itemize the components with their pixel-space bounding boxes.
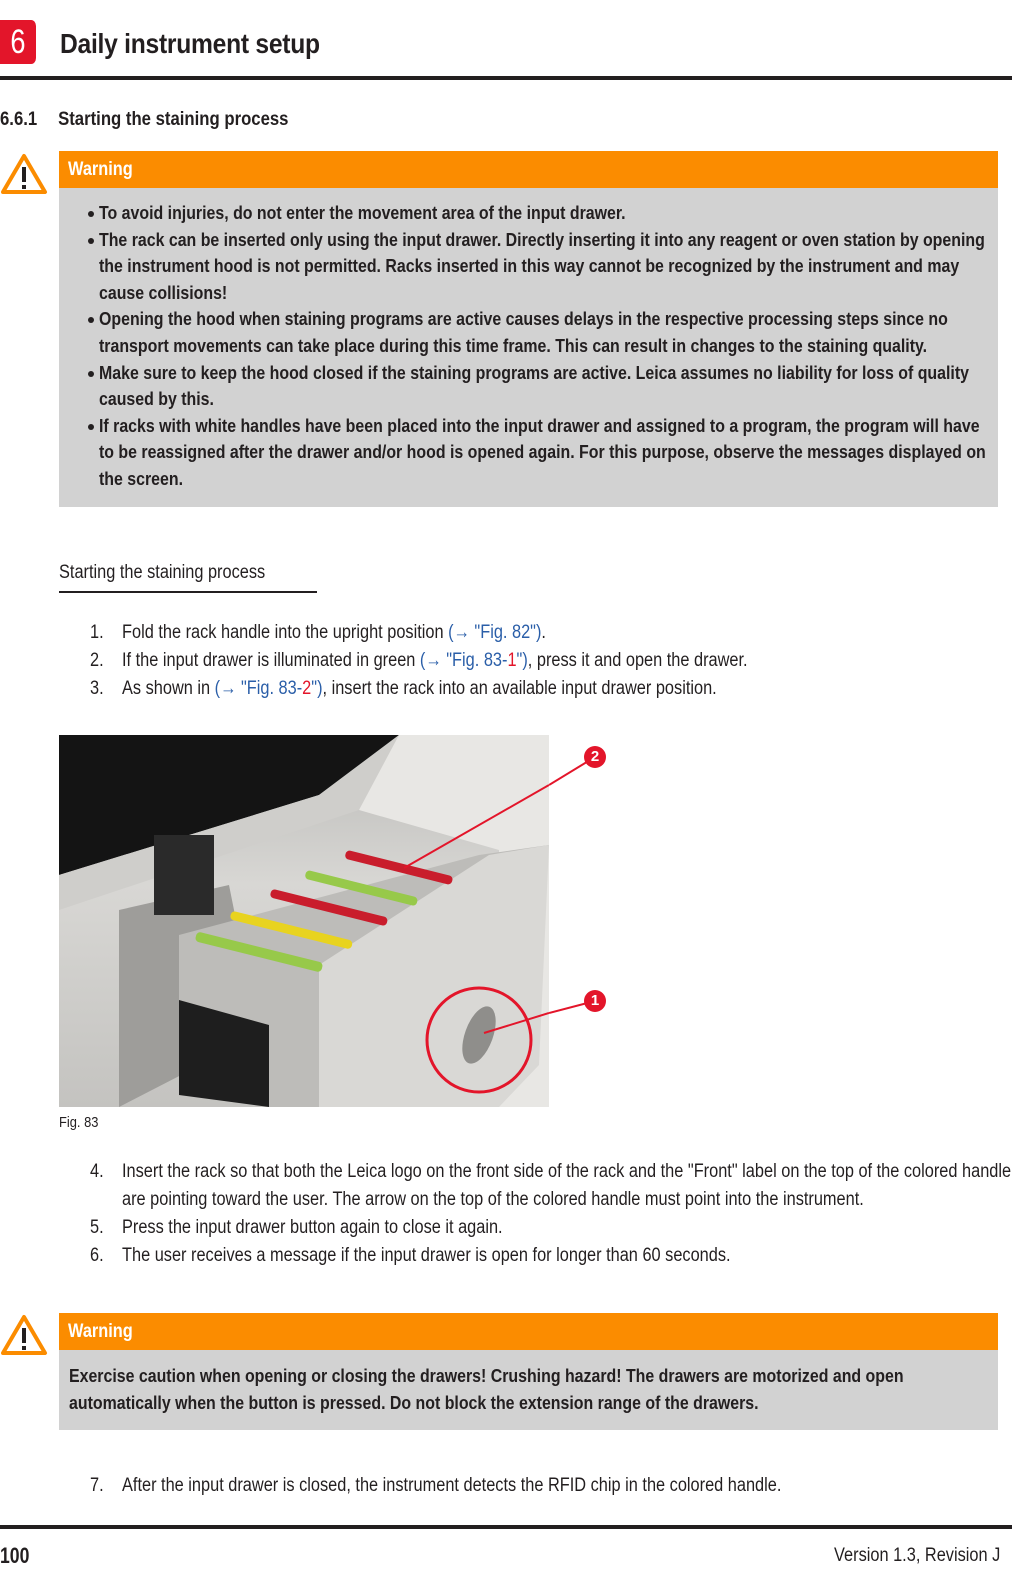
warning-item-text: Opening the hood when staining programs … xyxy=(99,308,948,356)
callout-marker-2: 2 xyxy=(584,746,606,768)
figure-reference-link[interactable]: (→ "Fig. 83-2") xyxy=(215,678,323,699)
step-number: 6. xyxy=(90,1245,104,1266)
step-text: If the input drawer is illuminated in gr… xyxy=(122,650,420,671)
step-number: 2. xyxy=(90,650,104,671)
warning-body: Exercise caution when opening or closing… xyxy=(59,1350,998,1430)
warning-triangle-icon xyxy=(1,1315,47,1355)
warning-item: If racks with white handles have been pl… xyxy=(59,413,998,493)
chapter-number-badge: 6 xyxy=(0,20,36,64)
warning-item: Opening the hood when staining programs … xyxy=(59,306,998,359)
step-number: 5. xyxy=(90,1217,104,1238)
step-item: 2. If the input drawer is illuminated in… xyxy=(90,647,1000,675)
step-item: 7. After the input drawer is closed, the… xyxy=(90,1472,1000,1500)
page-number: 100 xyxy=(0,1543,30,1568)
step-item: 5. Press the input drawer button again t… xyxy=(90,1214,1000,1242)
procedure-heading-underline xyxy=(59,591,317,593)
warning-item: Make sure to keep the hood closed if the… xyxy=(59,360,998,413)
step-item: 3. As shown in (→ "Fig. 83-2"), insert t… xyxy=(90,675,1000,703)
steps-list: 4. Insert the rack so that both the Leic… xyxy=(90,1158,1011,1270)
callout-ref: 1 xyxy=(507,650,517,671)
step-text: As shown in xyxy=(122,678,215,699)
step-text: The user receives a message if the input… xyxy=(122,1245,731,1266)
warning-item: To avoid injuries, do not enter the move… xyxy=(59,200,998,227)
step-item: 4. Insert the rack so that both the Leic… xyxy=(90,1158,1011,1214)
warning-box: Warning Exercise caution when opening or… xyxy=(59,1313,998,1431)
warning-body: To avoid injuries, do not enter the move… xyxy=(59,188,998,507)
warning-item: The rack can be inserted only using the … xyxy=(59,227,998,307)
warning-header: Warning xyxy=(59,151,998,188)
step-number: 7. xyxy=(90,1475,104,1496)
step-text-end: , insert the rack into an available inpu… xyxy=(322,678,717,699)
link-text: (→ "Fig. 82") xyxy=(448,622,542,643)
warning-item-text: The rack can be inserted only using the … xyxy=(99,228,985,303)
figure-reference-link[interactable]: (→ "Fig. 83-1") xyxy=(420,650,528,671)
warning-triangle-icon xyxy=(1,154,47,194)
step-text: Insert the rack so that both the Leica l… xyxy=(122,1161,1012,1210)
step-number: 3. xyxy=(90,678,104,699)
step-text-end: . xyxy=(541,622,546,643)
warning-label: Warning xyxy=(68,159,133,180)
step-number: 1. xyxy=(90,622,104,643)
document-version: Version 1.3, Revision J xyxy=(833,1545,1000,1566)
callout-leaders-outside xyxy=(549,756,596,1014)
figure-reference-link[interactable]: (→ "Fig. 82") xyxy=(448,622,541,643)
warning-list: To avoid injuries, do not enter the move… xyxy=(59,200,998,493)
drawer-inner-shadow xyxy=(154,835,214,915)
warning-label: Warning xyxy=(68,1321,133,1342)
header-rule xyxy=(0,76,1012,80)
warning-text: Exercise caution when opening or closing… xyxy=(69,1365,904,1413)
warning-box: Warning To avoid injuries, do not enter … xyxy=(59,151,998,507)
drawer-illustration xyxy=(59,735,549,1107)
step-text-end: , press it and open the drawer. xyxy=(527,650,748,671)
step-item: 1. Fold the rack handle into the upright… xyxy=(90,619,1000,647)
warning-item-text: If racks with white handles have been pl… xyxy=(99,414,986,489)
steps-list: 1. Fold the rack handle into the upright… xyxy=(90,619,1000,703)
warning-header: Warning xyxy=(59,1313,998,1350)
step-number: 4. xyxy=(90,1161,104,1182)
chapter-title: Daily instrument setup xyxy=(60,28,320,59)
callout-marker-1: 1 xyxy=(584,990,606,1012)
link-text-end: ") xyxy=(516,650,528,671)
callout-ref: 2 xyxy=(302,678,312,699)
link-text: (→ "Fig. 83- xyxy=(214,678,303,699)
procedure-heading: Starting the staining process xyxy=(59,562,266,583)
step-text: Fold the rack handle into the upright po… xyxy=(122,622,449,643)
section-heading: 6.6.1 Starting the staining process xyxy=(0,109,288,131)
step-text: Press the input drawer button again to c… xyxy=(122,1217,503,1238)
warning-item-text: To avoid injuries, do not enter the move… xyxy=(99,202,626,223)
warning-item-text: Make sure to keep the hood closed if the… xyxy=(99,361,969,410)
step-text: After the input drawer is closed, the in… xyxy=(122,1475,782,1496)
section-title: Starting the staining process xyxy=(58,109,289,130)
footer-rule xyxy=(0,1525,1012,1529)
figure-caption: Fig. 83 xyxy=(59,1114,99,1131)
steps-list: 7. After the input drawer is closed, the… xyxy=(90,1472,1000,1500)
link-text: (→ "Fig. 83- xyxy=(419,650,508,671)
step-item: 6. The user receives a message if the in… xyxy=(90,1242,1000,1270)
link-text-end: ") xyxy=(311,678,323,699)
figure-drawer-photo xyxy=(59,735,549,1107)
section-number: 6.6.1 xyxy=(0,109,38,130)
